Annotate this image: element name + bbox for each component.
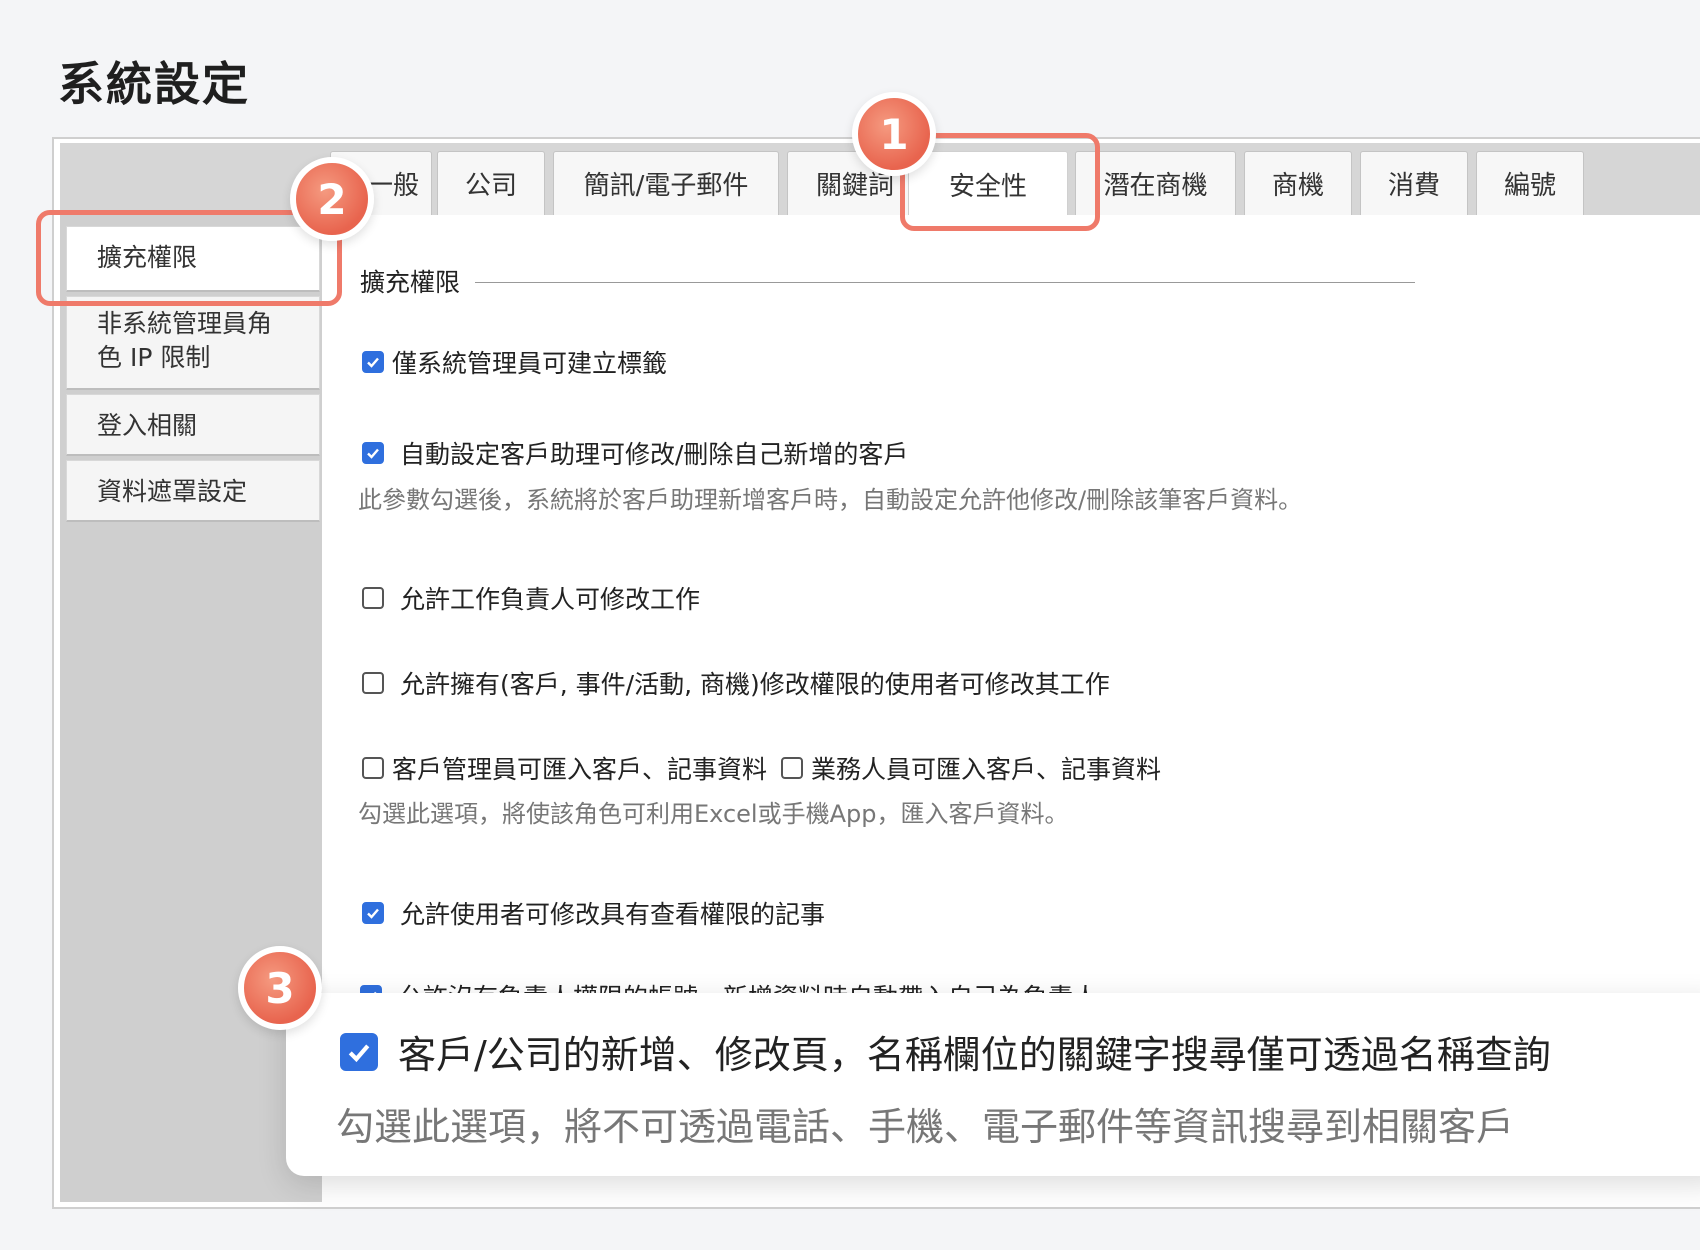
option-hint: 此參數勾選後，系統將於客戶助理新增客戶時，自動設定允許他修改/刪除該筆客戶資料。 <box>358 486 1303 514</box>
step-badge-3: 3 <box>238 946 322 1030</box>
checkbox-unchecked-icon[interactable] <box>362 587 384 609</box>
sidebar-item-label: 色 IP 限制 <box>97 343 211 372</box>
section-divider <box>475 282 1415 283</box>
section-title: 擴充權限 <box>360 268 461 297</box>
tab-opportunities[interactable]: 商機 <box>1244 151 1352 215</box>
option-label: 允許工作負責人可修改工作 <box>400 585 701 614</box>
option-edit-viewable-notes: 允許使用者可修改具有查看權限的記事 <box>362 895 825 931</box>
sidebar-item-ip-restriction[interactable]: 非系統管理員角 色 IP 限制 <box>66 296 320 390</box>
highlight-sidebar-extended-permissions <box>36 210 342 306</box>
option-task-owner-edit: 允許工作負責人可修改工作 <box>362 580 700 616</box>
option-label: 允許使用者可修改具有查看權限的記事 <box>400 900 826 929</box>
checkbox-unchecked-icon[interactable] <box>362 672 384 694</box>
option-label: 僅系統管理員可建立標籤 <box>392 349 668 378</box>
option-only-admin-tags: 僅系統管理員可建立標籤 <box>362 344 667 380</box>
tab-numbering[interactable]: 編號 <box>1476 151 1584 215</box>
sidebar-item-login[interactable]: 登入相關 <box>66 394 320 456</box>
zoom-option-name-search: 客戶/公司的新增、修改頁，名稱欄位的關鍵字搜尋僅可透過名稱查詢 <box>340 1024 1551 1079</box>
option-hint: 勾選此選項，將使該角色可利用Excel或手機App，匯入客戶資料。 <box>358 800 1069 828</box>
sidebar-item-label: 登入相關 <box>97 411 198 440</box>
option-auto-assistant: 自動設定客戶助理可修改/刪除自己新增的客戶 <box>362 435 908 471</box>
tab-consumption[interactable]: 消費 <box>1360 151 1468 215</box>
tab-company[interactable]: 公司 <box>437 151 545 215</box>
zoom-option-hint: 勾選此選項，將不可透過電話、手機、電子郵件等資訊搜尋到相關客戶 <box>336 1105 1515 1149</box>
option-edit-perm-task: 允許擁有(客戶, 事件/活動, 商機)修改權限的使用者可修改其工作 <box>362 665 1110 701</box>
checkbox-unchecked-icon[interactable] <box>781 757 804 779</box>
tab-sms-email[interactable]: 簡訊/電子郵件 <box>553 151 779 215</box>
checkbox-checked-icon[interactable] <box>362 442 384 464</box>
sidebar-item-data-masking[interactable]: 資料遮罩設定 <box>66 460 320 522</box>
option-label: 自動設定客戶助理可修改/刪除自己新增的客戶 <box>400 440 909 469</box>
option-label: 客戶管理員可匯入客戶、記事資料 <box>392 755 768 784</box>
sidebar-item-label: 非系統管理員角 <box>97 309 273 338</box>
page-title: 系統設定 <box>58 57 250 111</box>
option-label: 業務人員可匯入客戶、記事資料 <box>811 755 1162 784</box>
sidebar-item-label: 資料遮罩設定 <box>97 477 248 506</box>
step-badge-2: 2 <box>290 157 374 241</box>
checkbox-checked-icon[interactable] <box>340 1032 378 1071</box>
zoom-option-label: 客戶/公司的新增、修改頁，名稱欄位的關鍵字搜尋僅可透過名稱查詢 <box>398 1033 1551 1077</box>
checkbox-unchecked-icon[interactable] <box>362 757 384 779</box>
checkbox-checked-icon[interactable] <box>362 351 384 373</box>
checkbox-checked-icon[interactable] <box>362 902 384 924</box>
step-badge-1: 1 <box>852 92 936 176</box>
option-import-roles: 客戶管理員可匯入客戶、記事資料 業務人員可匯入客戶、記事資料 <box>362 750 1161 786</box>
option-label: 允許擁有(客戶, 事件/活動, 商機)修改權限的使用者可修改其工作 <box>400 670 1110 699</box>
